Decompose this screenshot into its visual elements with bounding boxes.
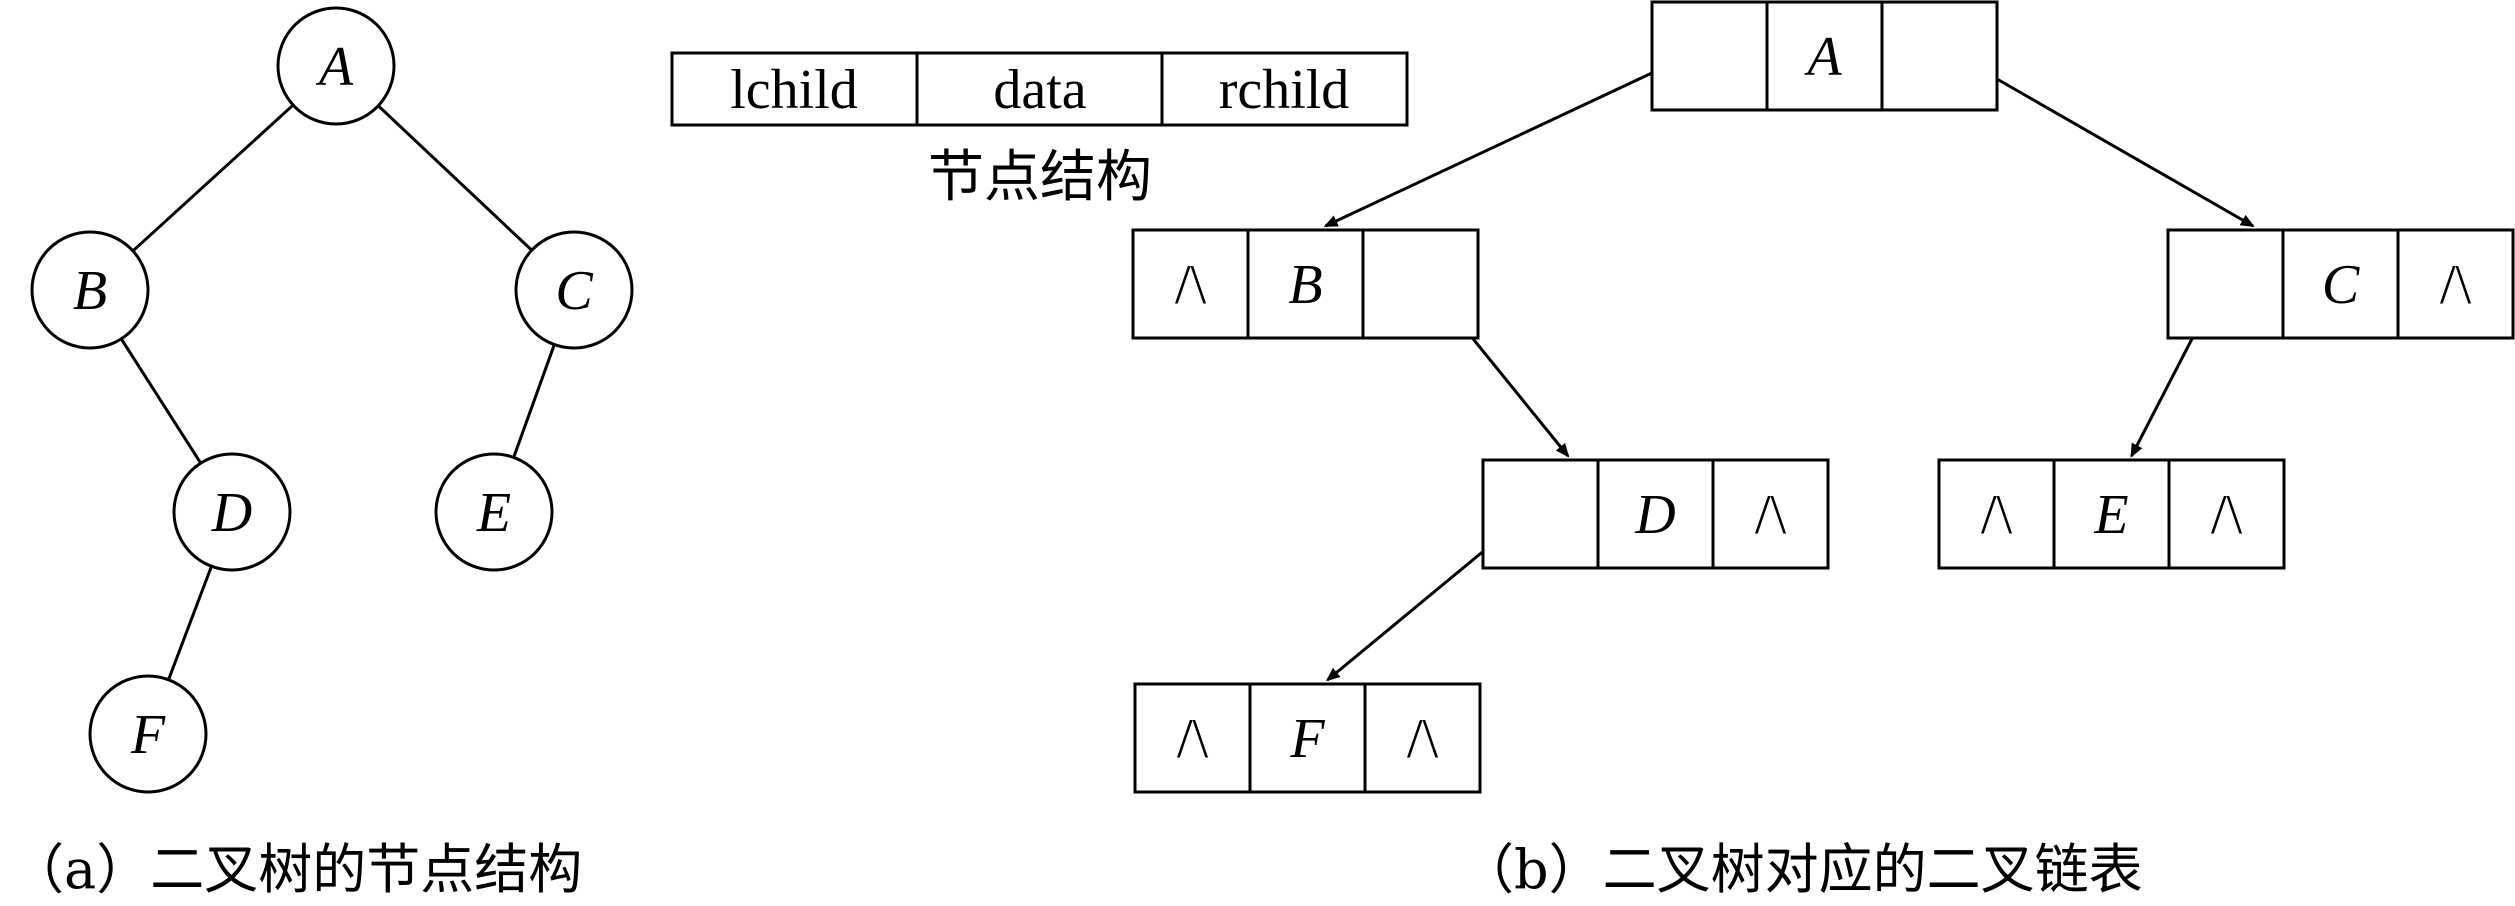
list-node-D-left-cell (1483, 460, 1598, 568)
list-node-D-right-null: /\ (1755, 484, 1787, 546)
list-node-C-right-null: /\ (2440, 254, 2472, 316)
tree-edge-B-D (121, 339, 200, 463)
list-node-B-data-label: B (1288, 254, 1322, 316)
list-node-D-data-label: D (1634, 484, 1675, 546)
node-structure-label: 节点结构 (928, 145, 1152, 210)
node-structure-field-rchild: rchild (1219, 59, 1350, 121)
list-node-C-data-label: C (2322, 254, 2360, 316)
tree-node-label-F: F (130, 704, 166, 766)
tree-edge-A-C (378, 106, 532, 250)
caption-a: （a）二叉树的节点结构 (10, 838, 582, 901)
node-structure-field-lchild: lchild (730, 59, 858, 121)
tree-edge-C-E (514, 345, 555, 458)
linked-list-pointers (1323, 46, 2255, 682)
tree-node-label-C: C (555, 260, 593, 322)
list-node-E-data-label: E (2093, 484, 2128, 546)
list-node-F-data-label: F (1289, 708, 1325, 770)
tree-node-label-E: E (476, 482, 511, 544)
tree-node-label-A: A (315, 36, 354, 98)
tree-node-label-B: B (73, 260, 107, 322)
tree-edges (121, 105, 554, 680)
list-node-C-left-cell (2168, 230, 2283, 338)
list-node-B-left-null: /\ (1175, 254, 1207, 316)
list-node-E-right-null: /\ (2211, 484, 2243, 546)
list-node-B-right-cell (1363, 230, 1478, 338)
list-node-A-left-cell (1652, 2, 1767, 110)
tree-edge-A-B (133, 105, 293, 251)
tree-node-label-D: D (211, 482, 252, 544)
node-structure-legend: lchild data rchild 节点结构 (672, 53, 1407, 210)
list-node-E-left-null: /\ (1981, 484, 2013, 546)
list-node-A-data-label: A (1803, 26, 1842, 88)
binary-tree-figure: A B C D E F lchild data rchild 节点结构 A /\ B C /\ D /… (10, 0, 2515, 901)
tree-nodes: A B C D E F (32, 8, 632, 792)
list-node-F-left-null: /\ (1177, 708, 1209, 770)
list-node-F-right-null: /\ (1407, 708, 1439, 770)
caption-b: （b）二叉树对应的二叉链表 (1460, 838, 2143, 901)
list-node-A-right-cell (1882, 2, 1997, 110)
node-structure-field-data: data (993, 59, 1086, 121)
tree-edge-D-F (169, 566, 212, 680)
